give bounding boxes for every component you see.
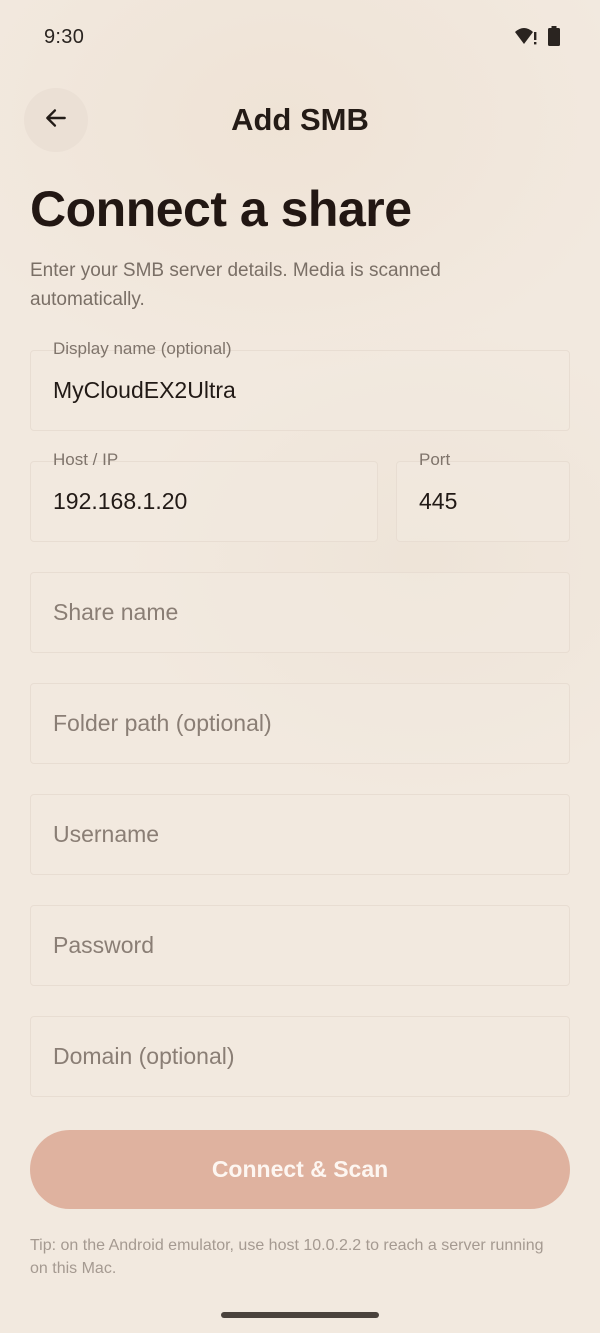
battery-icon [548, 26, 560, 46]
share-name-field[interactable]: Share name [30, 572, 570, 653]
share-name-placeholder: Share name [53, 599, 179, 625]
username-placeholder: Username [53, 821, 160, 847]
host-field[interactable]: Host / IP 192.168.1.20 [30, 450, 378, 542]
host-value: 192.168.1.20 [53, 488, 188, 514]
folder-path-field[interactable]: Folder path (optional) [30, 683, 570, 764]
tip-text: Tip: on the Android emulator, use host 1… [30, 1237, 544, 1277]
folder-path-placeholder: Folder path (optional) [53, 710, 272, 736]
page-title: Connect a share [30, 181, 412, 237]
domain-field[interactable]: Domain (optional) [30, 1016, 570, 1097]
page-subtitle: Enter your SMB server details. Media is … [30, 260, 441, 310]
app-bar-title: Add SMB [231, 102, 369, 137]
display-name-value: MyCloudEX2Ultra [53, 377, 236, 403]
status-icons [514, 26, 560, 46]
home-indicator[interactable] [221, 1312, 379, 1318]
connect-scan-button[interactable]: Connect & Scan [30, 1130, 570, 1209]
password-placeholder: Password [53, 932, 154, 958]
password-field[interactable]: Password [30, 905, 570, 986]
display-name-field[interactable]: Display name (optional) MyCloudEX2Ultra [30, 339, 570, 431]
domain-placeholder: Domain (optional) [53, 1043, 235, 1069]
wifi-alert-icon [514, 26, 538, 46]
port-field[interactable]: Port 445 [396, 450, 570, 542]
port-value: 445 [419, 488, 458, 514]
status-bar: 9:30 [0, 0, 600, 76]
status-time: 9:30 [44, 26, 85, 48]
username-field[interactable]: Username [30, 794, 570, 875]
